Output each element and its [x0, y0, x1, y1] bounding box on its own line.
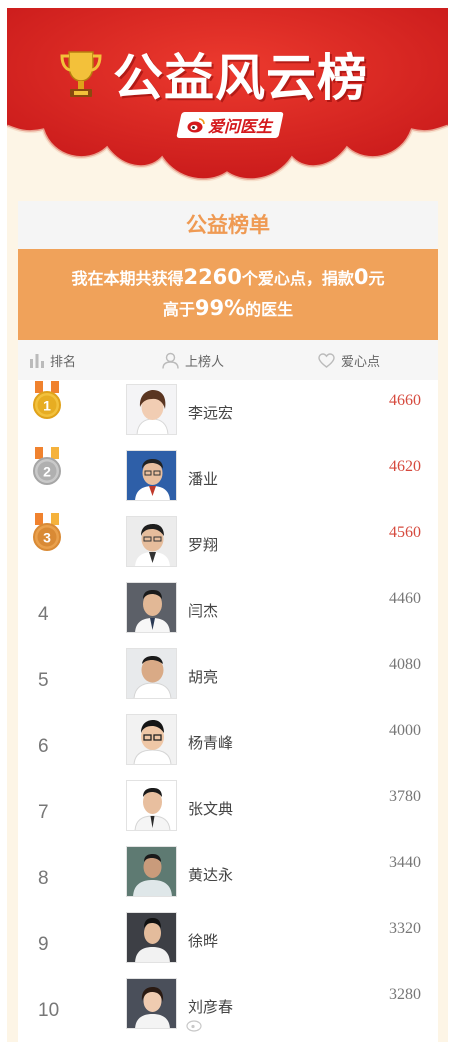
love-points: 3320 — [389, 920, 421, 937]
avatar — [126, 582, 177, 633]
header-rank: 排名 — [30, 340, 76, 380]
list-item[interactable]: 7 张文典 3780 — [18, 776, 438, 842]
list-item[interactable]: 10 刘彦春 3280 — [18, 974, 438, 1040]
trophy-icon — [60, 51, 102, 97]
svg-text:3: 3 — [43, 530, 51, 546]
avatar — [126, 384, 177, 435]
rank-number: 9 — [38, 934, 49, 955]
love-points: 4620 — [389, 458, 421, 475]
avatar — [126, 450, 177, 501]
svg-text:1: 1 — [43, 398, 51, 414]
list-item[interactable]: 6 杨青峰 4000 — [18, 710, 438, 776]
stat-points: 2260 — [183, 265, 242, 289]
table-header: 排名 上榜人 爱心点 — [18, 340, 438, 380]
header-points: 爱心点 — [318, 340, 380, 380]
rank-number: 6 — [38, 736, 49, 757]
avatar — [126, 846, 177, 897]
doctor-name: 黄达永 — [188, 866, 234, 884]
stat-percent: 99% — [194, 296, 246, 320]
list-item[interactable]: 4 闫杰 4460 — [18, 578, 438, 644]
header-uploader-label: 上榜人 — [185, 354, 225, 370]
header-points-label: 爱心点 — [341, 354, 381, 370]
avatar — [126, 714, 177, 765]
love-points: 4460 — [389, 590, 421, 607]
doctor-name: 罗翔 — [188, 536, 219, 554]
love-points: 4080 — [389, 656, 421, 673]
love-points: 4660 — [389, 392, 421, 409]
rank-number: 4 — [38, 604, 49, 625]
brand-logo: 爱问医生 — [176, 112, 284, 138]
gold-medal-icon: 1 — [33, 381, 61, 419]
list-item[interactable]: 3 罗翔 4560 — [18, 512, 438, 578]
bronze-medal-icon: 3 — [33, 513, 61, 551]
list-item[interactable]: 9 徐晔 3320 — [18, 908, 438, 974]
list-item[interactable]: 2 潘业 4620 — [18, 446, 438, 512]
doctor-name: 李远宏 — [188, 404, 234, 422]
header-rank-label: 排名 — [50, 354, 77, 370]
stat-suffix: 元 — [368, 269, 385, 288]
stat-middle: 个爱心点，捐款 — [241, 269, 354, 288]
list-item[interactable]: 5 胡亮 4080 — [18, 644, 438, 710]
doctor-name: 潘业 — [188, 470, 219, 488]
love-points: 3780 — [389, 788, 421, 805]
avatar — [126, 648, 177, 699]
stat-line2-suffix: 的医生 — [245, 300, 294, 319]
weibo-watermark-icon — [186, 1020, 202, 1032]
doctor-name: 杨青峰 — [188, 734, 234, 752]
stat-donation: 0 — [353, 265, 369, 289]
stat-line-1: 我在本期共获得2260个爱心点，捐款0元 — [18, 265, 438, 291]
panel-title: 公益榜单 — [18, 201, 438, 249]
love-points: 3440 — [389, 854, 421, 871]
person-icon — [162, 352, 179, 369]
rank-number: 10 — [38, 1000, 60, 1021]
love-points: 3280 — [389, 986, 421, 1003]
doctor-name: 徐晔 — [188, 932, 219, 950]
bar-chart-icon — [30, 354, 44, 368]
page-frame: 公益风云榜 爱问医生 公益榜单 我在本期共获得2260个爱心点，捐款0元 高于9… — [7, 8, 448, 1042]
rank-number: 7 — [38, 802, 49, 823]
avatar — [126, 516, 177, 567]
silver-medal-icon: 2 — [33, 447, 61, 485]
banner: 公益风云榜 爱问医生 — [7, 8, 448, 193]
doctor-name: 刘彦春 — [188, 998, 234, 1016]
doctor-name: 闫杰 — [188, 602, 219, 620]
list-item[interactable]: 1 李远宏 4660 — [18, 380, 438, 446]
watermark — [186, 1018, 204, 1032]
list-item[interactable]: 8 黄达永 3440 — [18, 842, 438, 908]
doctor-name: 张文典 — [188, 800, 234, 818]
heart-icon — [318, 352, 335, 368]
brand-logo-text: 爱问医生 — [208, 117, 273, 136]
love-points: 4000 — [389, 722, 421, 739]
stat-prefix: 我在本期共获得 — [71, 269, 184, 288]
doctor-name: 胡亮 — [188, 668, 219, 686]
weibo-eye-icon — [187, 117, 206, 132]
rank-number: 8 — [38, 868, 49, 889]
avatar — [126, 978, 177, 1029]
leaderboard-panel: 公益榜单 我在本期共获得2260个爱心点，捐款0元 高于99%的医生 排名 上榜… — [18, 201, 438, 1042]
rank-number: 5 — [38, 670, 49, 691]
banner-title: 公益风云榜 — [113, 49, 368, 107]
avatar — [126, 912, 177, 963]
svg-text:2: 2 — [43, 464, 51, 480]
stat-line-2: 高于99%的医生 — [18, 296, 438, 322]
love-points: 4560 — [389, 524, 421, 541]
stat-line2-prefix: 高于 — [162, 300, 195, 319]
my-stats-box: 我在本期共获得2260个爱心点，捐款0元 高于99%的医生 — [18, 249, 438, 340]
avatar — [126, 780, 177, 831]
header-uploader: 上榜人 — [162, 340, 224, 380]
